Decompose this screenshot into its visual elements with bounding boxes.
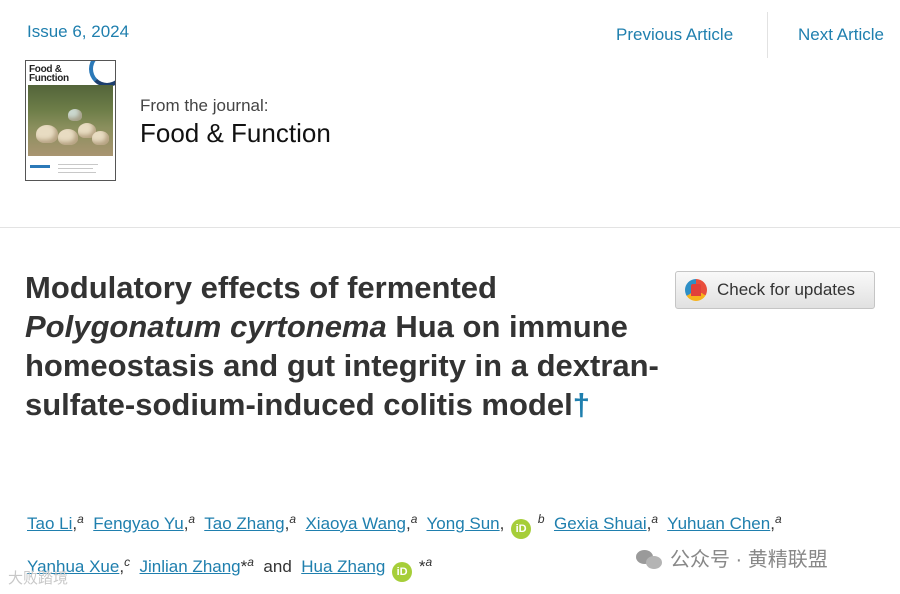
orcid-icon[interactable]: iD bbox=[392, 562, 413, 582]
title-species: Polygonatum cyrtonema bbox=[25, 309, 387, 344]
cover-title: Food & Function bbox=[29, 65, 69, 84]
affiliation-marker[interactable]: a bbox=[247, 555, 254, 569]
affiliation-marker[interactable]: a bbox=[425, 555, 432, 569]
author-link[interactable]: Hua Zhang bbox=[301, 557, 385, 576]
author-link[interactable]: Jinlian Zhang bbox=[140, 557, 241, 576]
wechat-watermark: 公众号 · 黄精联盟 bbox=[636, 543, 828, 572]
author-link[interactable]: Tao Zhang bbox=[204, 514, 284, 533]
author-link[interactable]: Gexia Shuai bbox=[554, 514, 647, 533]
supplementary-dagger-link[interactable]: † bbox=[573, 387, 590, 422]
affiliation-marker[interactable]: a bbox=[651, 512, 658, 526]
cover-mushroom bbox=[68, 109, 82, 121]
author-link[interactable]: Yong Sun bbox=[427, 514, 500, 533]
cover-photo bbox=[28, 85, 113, 156]
article-title: Modulatory effects of fermented Polygona… bbox=[25, 268, 665, 424]
cover-mushroom bbox=[36, 125, 58, 143]
watermark-text: 公众号 · 黄精联盟 bbox=[670, 549, 828, 571]
cover-mushroom bbox=[92, 131, 109, 145]
affiliation-marker[interactable]: a bbox=[289, 512, 296, 526]
check-for-updates-label: Check for updates bbox=[717, 280, 855, 299]
next-article-link[interactable]: Next Article bbox=[798, 25, 884, 45]
author-link[interactable]: Yuhuan Chen bbox=[667, 514, 770, 533]
cover-footer bbox=[28, 161, 113, 177]
previous-article-link[interactable]: Previous Article bbox=[616, 25, 733, 45]
and-word: and bbox=[263, 557, 292, 576]
nav-divider bbox=[767, 12, 768, 58]
from-journal-label: From the journal: bbox=[140, 96, 269, 115]
affiliation-marker[interactable]: c bbox=[124, 555, 130, 569]
crossmark-icon bbox=[685, 279, 707, 301]
check-for-updates-button[interactable]: Check for updates bbox=[675, 271, 875, 309]
wechat-icon bbox=[636, 548, 664, 570]
title-text: Modulatory effects of fermented bbox=[25, 270, 497, 305]
section-divider bbox=[0, 227, 900, 228]
journal-name[interactable]: Food & Function bbox=[140, 118, 331, 149]
author-separator: , bbox=[499, 514, 505, 533]
cover-title-line2: Function bbox=[29, 73, 69, 84]
affiliation-marker[interactable]: a bbox=[775, 512, 782, 526]
author-link[interactable]: Xiaoya Wang bbox=[305, 514, 405, 533]
journal-cover-image[interactable]: Food & Function bbox=[25, 60, 116, 181]
cover-mushroom bbox=[58, 129, 78, 145]
corner-watermark: 大败踏境 bbox=[8, 570, 69, 587]
author-link[interactable]: Fengyao Yu bbox=[93, 514, 183, 533]
affiliation-marker[interactable]: a bbox=[188, 512, 195, 526]
affiliation-marker[interactable]: a bbox=[411, 512, 418, 526]
cover-arc-graphic bbox=[89, 61, 115, 87]
affiliation-marker[interactable]: a bbox=[77, 512, 84, 526]
affiliation-marker[interactable]: b bbox=[538, 512, 545, 526]
issue-link[interactable]: Issue 6, 2024 bbox=[27, 22, 129, 42]
orcid-icon[interactable]: iD bbox=[511, 519, 532, 539]
author-link[interactable]: Tao Li bbox=[27, 514, 72, 533]
